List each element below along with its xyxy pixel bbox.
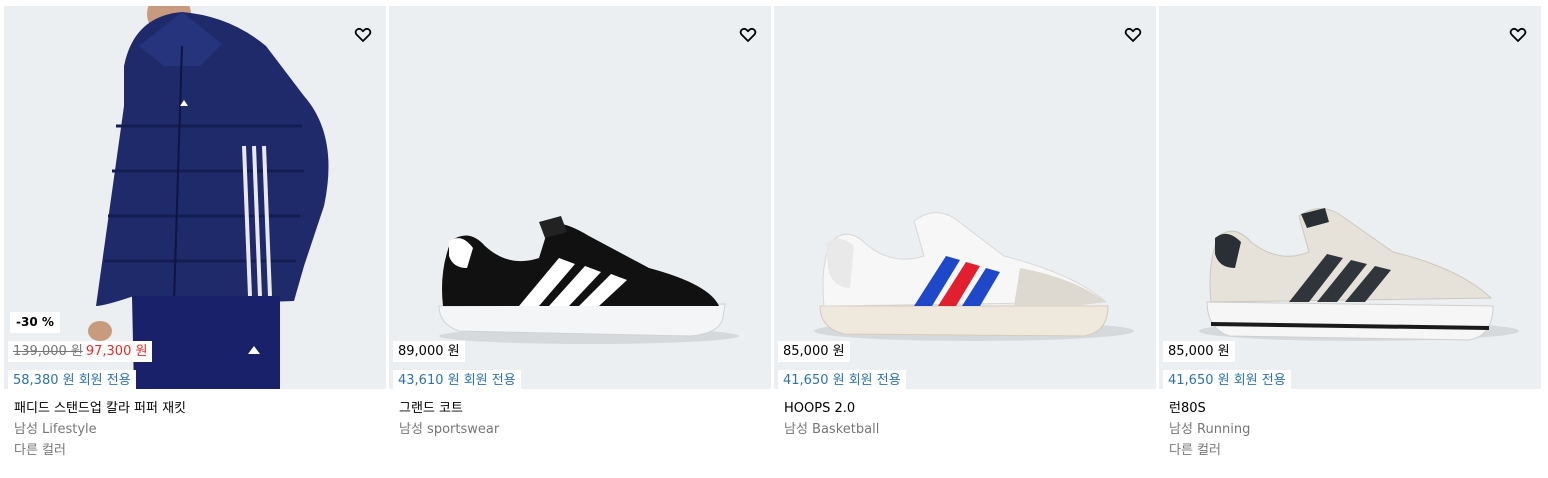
product-category: 남성 Basketball [784,422,880,437]
member-price: 58,380 원 회원 전용 [8,370,136,389]
product-category: 남성 sportswear [399,422,500,437]
product-name[interactable]: HOOPS 2.0 [784,399,1156,419]
price: 85,000 원 [783,344,845,359]
heart-icon[interactable] [1509,26,1527,44]
product-card[interactable]: -30 % 139,000 원 97,300 원 58,380 원 회원 전용 패… [4,6,386,476]
other-colors-label[interactable]: 다른 컬러 [14,441,386,461]
run80s-shoe-image [1199,208,1519,341]
product-info: 그랜드 코트 남성 sportswear [389,389,771,441]
price-box: 139,000 원 97,300 원 [8,341,153,362]
product-image[interactable]: 89,000 원 43,610 원 회원 전용 [389,6,771,389]
product-card[interactable]: 85,000 원 41,650 원 회원 전용 HOOPS 2.0 남성 Bas… [774,6,1156,476]
product-grid: -30 % 139,000 원 97,300 원 58,380 원 회원 전용 패… [4,6,1541,476]
discount-badge: -30 % [10,312,60,333]
product-info: 런80S 남성 Running 다른 컬러 [1159,389,1541,461]
price-box: 85,000 원 [778,341,850,362]
product-name[interactable]: 그랜드 코트 [399,399,771,419]
other-colors-label[interactable]: 다른 컬러 [1169,441,1541,461]
price-box: 89,000 원 [393,341,465,362]
heart-icon[interactable] [739,26,757,44]
product-info: 패디드 스탠드업 칼라 퍼퍼 재킷 남성 Lifestyle 다른 컬러 [4,389,386,461]
hoops-shoe-image [814,212,1134,341]
grand-court-shoe-image [438,216,739,344]
original-price: 139,000 원 [13,344,83,359]
product-image[interactable]: -30 % 139,000 원 97,300 원 58,380 원 회원 전용 [4,6,386,389]
price-box: 85,000 원 [1163,341,1235,362]
heart-icon[interactable] [1124,26,1142,44]
heart-icon[interactable] [354,26,372,44]
product-category: 남성 Running [1169,422,1251,437]
product-card[interactable]: 85,000 원 41,650 원 회원 전용 런80S 남성 Running … [1159,6,1541,476]
product-name[interactable]: 패디드 스탠드업 칼라 퍼퍼 재킷 [14,399,386,419]
member-price: 41,650 원 회원 전용 [1163,370,1291,389]
product-name[interactable]: 런80S [1169,399,1541,419]
product-image[interactable]: 85,000 원 41,650 원 회원 전용 [1159,6,1541,389]
member-price: 41,650 원 회원 전용 [778,370,906,389]
sale-price: 97,300 원 [85,344,148,359]
price: 85,000 원 [1168,344,1230,359]
product-image[interactable]: 85,000 원 41,650 원 회원 전용 [774,6,1156,389]
price: 89,000 원 [398,344,460,359]
product-info: HOOPS 2.0 남성 Basketball [774,389,1156,441]
member-price: 43,610 원 회원 전용 [393,370,521,389]
product-card[interactable]: 89,000 원 43,610 원 회원 전용 그랜드 코트 남성 sports… [389,6,771,476]
product-category: 남성 Lifestyle [14,422,97,437]
puffer-jacket-image [88,6,329,389]
